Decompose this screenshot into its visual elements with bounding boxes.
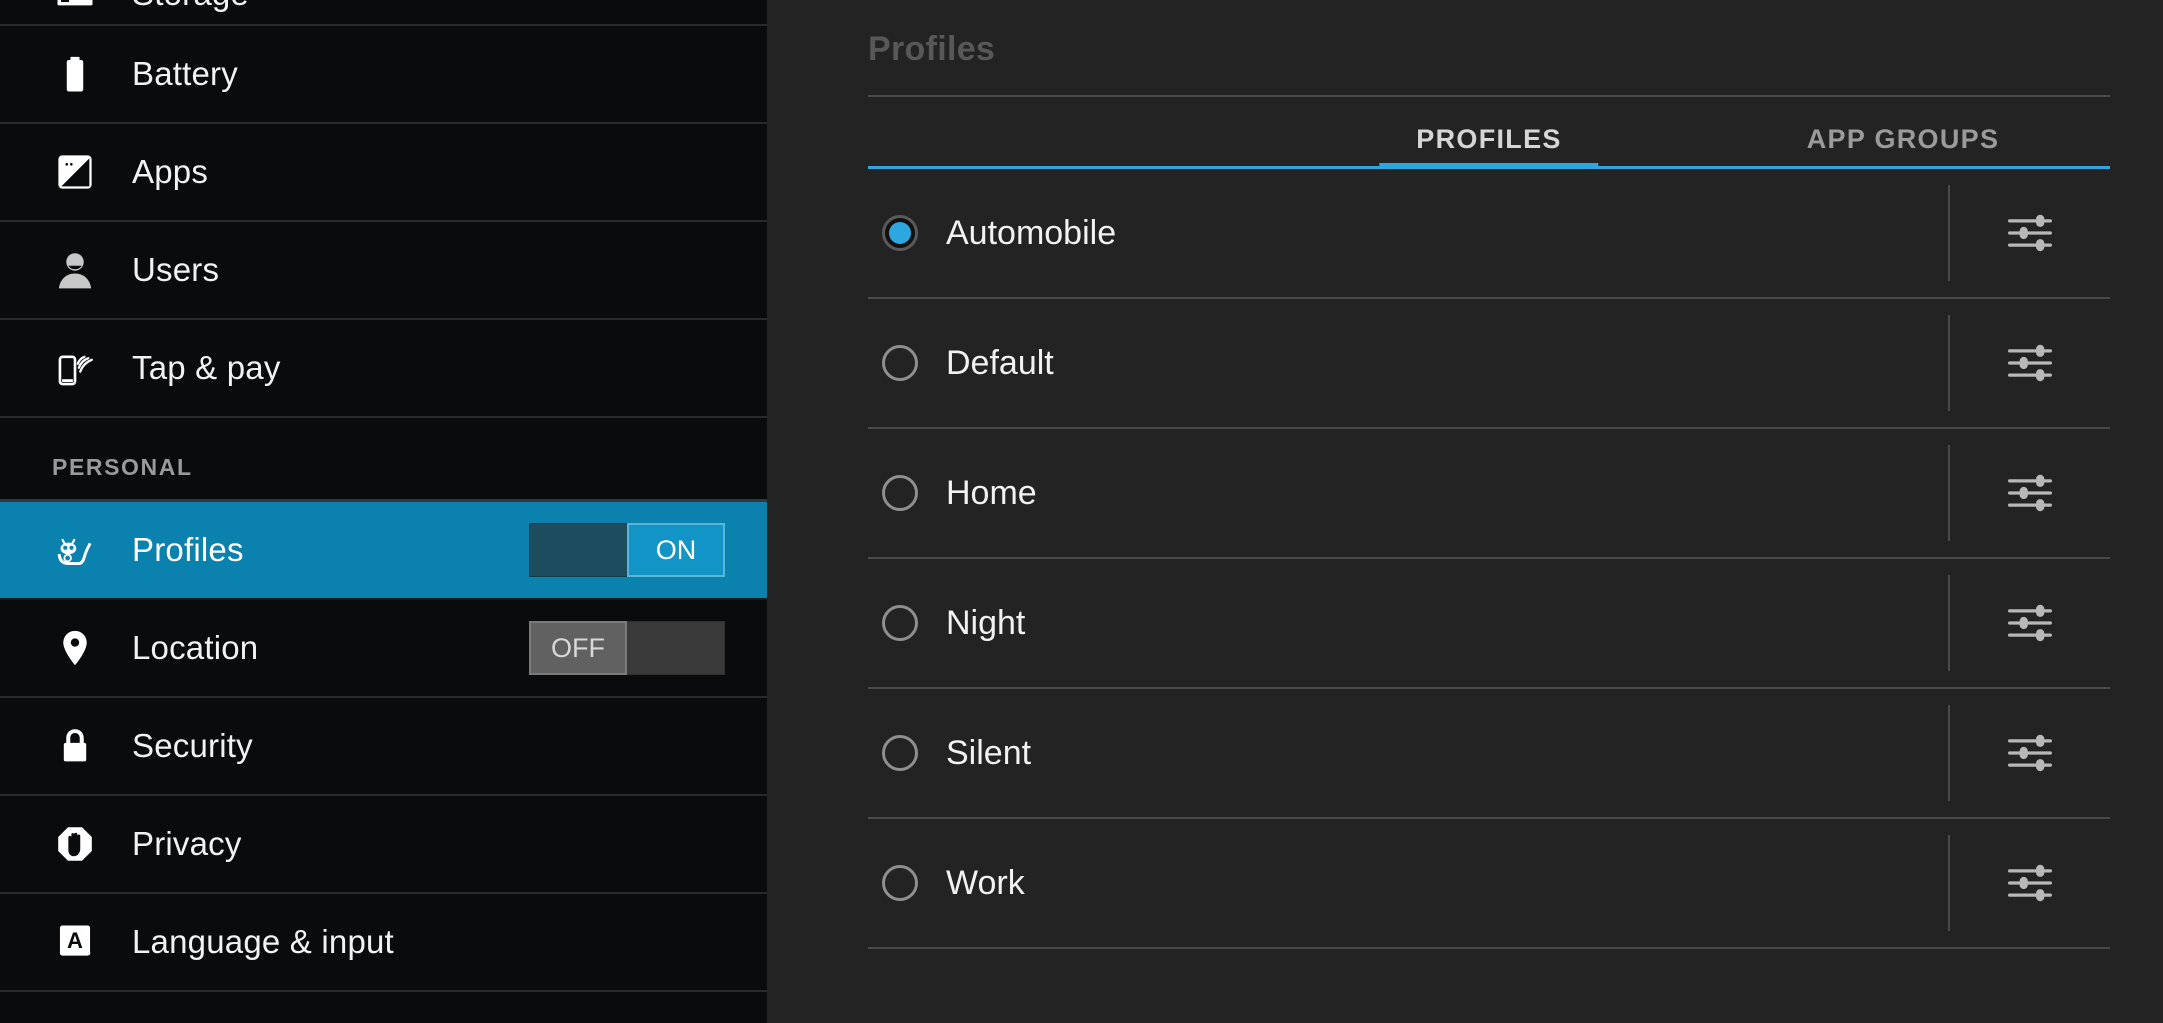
radio-button[interactable] [882,865,918,901]
switch-thumb: ON [627,523,725,577]
storage-icon [52,0,98,17]
profile-name: Silent [946,733,1032,772]
sidebar-item-security[interactable]: Security [0,698,767,796]
lock-icon [52,723,98,769]
radio-button[interactable] [882,735,918,771]
tap-and-pay-icon [52,345,98,391]
profile-name: Default [946,343,1054,382]
page-title: Profiles [868,30,996,68]
sidebar-item-label: Tap & pay [132,349,281,386]
sidebar-item-label: Language & input [132,923,394,960]
apps-icon [52,149,98,195]
radio-button[interactable] [882,605,918,641]
sidebar-item-profiles[interactable]: Profiles ON [0,502,767,600]
radio-button[interactable] [882,215,918,251]
tune-sliders-icon[interactable] [1950,688,2110,818]
sidebar-item-location[interactable]: Location OFF [0,600,767,698]
tab-app-groups[interactable]: APP GROUPS [1696,97,2110,169]
sidebar-item-label: Profiles [132,531,244,568]
tab-label: APP GROUPS [1806,123,2000,154]
table-row[interactable]: Default [868,299,2110,429]
sidebar-item-label: Security [132,727,253,764]
sidebar-item-label: Storage [132,0,249,13]
tune-sliders-icon[interactable] [1950,558,2110,688]
table-row[interactable]: Work [868,819,2110,949]
settings-sidebar: Storage Battery [0,0,767,1023]
location-toggle-switch[interactable]: OFF [529,621,725,675]
tune-sliders-icon[interactable] [1950,428,2110,558]
profile-list: Automobile Default Home Night Silent Wor… [868,169,2110,949]
sidebar-item-language-input[interactable]: A Language & input [0,894,767,992]
tab-bar: PROFILES APP GROUPS [868,95,2110,169]
sidebar-section-label: PERSONAL [52,454,193,480]
sidebar-item-storage[interactable]: Storage [0,0,767,26]
profile-name: Night [946,603,1026,642]
language-input-icon: A [52,919,98,965]
privacy-hand-icon [52,821,98,867]
location-pin-icon [52,625,98,671]
profiles-main-panel: Profiles PROFILES APP GROUPS Automobile [767,0,2163,1023]
table-row[interactable]: Home [868,429,2110,559]
tab-profiles[interactable]: PROFILES [1282,97,1696,169]
profile-name: Home [946,473,1037,512]
sidebar-item-label: Battery [132,55,238,92]
sidebar-item-label: Privacy [132,825,242,862]
sidebar-item-privacy[interactable]: Privacy [0,796,767,894]
sidebar-item-label: Location [132,629,259,666]
tune-sliders-icon[interactable] [1950,818,2110,948]
radio-button[interactable] [882,345,918,381]
sidebar-item-battery[interactable]: Battery [0,26,767,124]
profiles-toggle-switch[interactable]: ON [529,523,725,577]
users-icon [52,247,98,293]
tab-label: PROFILES [1416,123,1562,154]
sidebar-item-apps[interactable]: Apps [0,124,767,222]
svg-text:A: A [67,928,83,953]
cyanogenmod-cid-icon [52,527,98,573]
sidebar-item-users[interactable]: Users [0,222,767,320]
sidebar-item-tap-and-pay[interactable]: Tap & pay [0,320,767,418]
sidebar-item-label: Apps [132,153,209,190]
radio-button[interactable] [882,475,918,511]
profile-name: Automobile [946,213,1117,252]
table-row[interactable]: Automobile [868,169,2110,299]
table-row[interactable]: Night [868,559,2110,689]
tune-sliders-icon[interactable] [1950,298,2110,428]
sidebar-section-personal: PERSONAL [0,418,767,502]
battery-icon [52,51,98,97]
tab-spacer [868,97,1282,169]
tune-sliders-icon[interactable] [1950,168,2110,298]
sidebar-item-label: Users [132,251,220,288]
table-row[interactable]: Silent [868,689,2110,819]
switch-thumb: OFF [529,621,627,675]
profile-name: Work [946,863,1025,902]
settings-screen: Storage Battery [0,0,2163,1023]
